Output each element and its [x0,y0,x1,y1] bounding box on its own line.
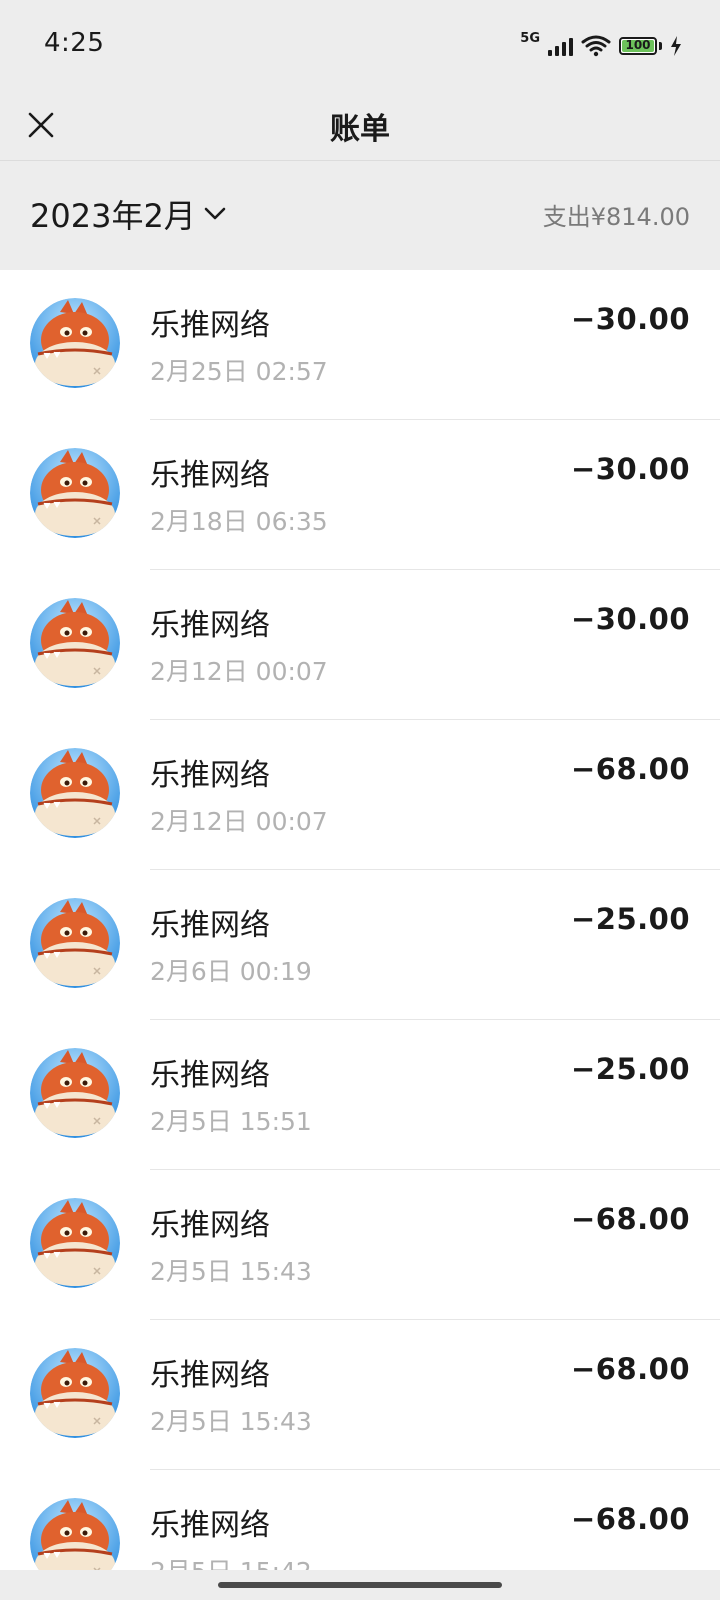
dragon-avatar-icon [30,1498,120,1570]
battery-cap [659,42,662,50]
expense-summary: 支出¥814.00 [542,203,690,231]
transaction-amount: −30.00 [570,452,690,486]
home-indicator[interactable] [218,1582,502,1588]
dragon-avatar-icon [30,1198,120,1288]
transaction-time: 2月5日 15:43 [150,1257,312,1286]
merchant-avatar [30,748,120,838]
merchant-avatar [30,1348,120,1438]
transaction-time: 2月5日 15:51 [150,1107,312,1136]
transaction-amount: −30.00 [570,302,690,336]
status-time: 4:25 [44,28,105,58]
status-icons: 5G 100 [520,28,682,64]
transaction-row[interactable]: 乐推网络 2月5日 15:51 −25.00 [0,1020,720,1170]
merchant-avatar [30,1498,120,1570]
transaction-row[interactable]: 乐推网络 2月5日 15:42 −68.00 [0,1470,720,1570]
transaction-row[interactable]: 乐推网络 2月6日 00:19 −25.00 [0,870,720,1020]
transaction-row[interactable]: 乐推网络 2月12日 00:07 −68.00 [0,720,720,870]
transaction-row[interactable]: 乐推网络 2月12日 00:07 −30.00 [0,570,720,720]
dragon-avatar-icon [30,1348,120,1438]
merchant-name: 乐推网络 [150,1208,270,1243]
transaction-amount: −68.00 [570,1502,690,1536]
dragon-avatar-icon [30,298,120,388]
status-bar: 4:25 5G 100 [0,0,720,90]
merchant-avatar [30,448,120,538]
merchant-name: 乐推网络 [150,908,270,943]
dragon-avatar-icon [30,598,120,688]
transaction-row[interactable]: 乐推网络 2月25日 02:57 −30.00 [0,270,720,420]
month-header: 2023年2月 支出¥814.00 [0,161,720,270]
bill-screen: 4:25 5G 100 账单 2023年2月 支出¥814.00 乐推网络 2月… [0,0,720,1600]
dragon-avatar-icon [30,898,120,988]
transaction-time: 2月6日 00:19 [150,957,312,986]
transaction-amount: −68.00 [570,1202,690,1236]
merchant-avatar [30,598,120,688]
wifi-icon [581,35,611,57]
charging-icon [671,36,681,56]
transaction-time: 2月18日 06:35 [150,507,328,536]
dragon-avatar-icon [30,748,120,838]
transaction-row[interactable]: 乐推网络 2月5日 15:43 −68.00 [0,1170,720,1320]
merchant-name: 乐推网络 [150,308,270,343]
nav-bar: 账单 [0,90,720,161]
merchant-avatar [30,898,120,988]
transaction-list[interactable]: 乐推网络 2月25日 02:57 −30.00 乐推网络 2月18日 06:35… [0,270,720,1570]
merchant-name: 乐推网络 [150,1358,270,1393]
merchant-avatar [30,298,120,388]
merchant-avatar [30,1198,120,1288]
dragon-avatar-icon [30,448,120,538]
month-label: 2023年2月 [30,197,196,235]
merchant-name: 乐推网络 [150,1508,270,1543]
merchant-name: 乐推网络 [150,458,270,493]
signal-icon [548,36,573,56]
merchant-avatar [30,1048,120,1138]
transaction-time: 2月12日 00:07 [150,807,328,836]
dragon-avatar-icon [30,1048,120,1138]
transaction-time: 2月12日 00:07 [150,657,328,686]
merchant-name: 乐推网络 [150,1058,270,1093]
transaction-amount: −25.00 [570,1052,690,1086]
transaction-time: 2月25日 02:57 [150,357,328,386]
chevron-down-icon [204,207,226,220]
transaction-amount: −30.00 [570,602,690,636]
month-selector[interactable]: 2023年2月 [30,191,226,237]
transaction-amount: −68.00 [570,1352,690,1386]
merchant-name: 乐推网络 [150,608,270,643]
battery-icon: 100 [619,37,657,55]
gesture-area [0,1570,720,1600]
network-type: 5G [520,30,540,46]
transaction-time: 2月5日 15:42 [150,1552,312,1570]
transaction-row[interactable]: 乐推网络 2月18日 06:35 −30.00 [0,420,720,570]
transaction-time: 2月5日 15:43 [150,1407,312,1436]
transaction-amount: −68.00 [570,752,690,786]
battery-level: 100 [625,38,651,52]
page-title: 账单 [330,112,390,147]
transaction-amount: −25.00 [570,902,690,936]
merchant-name: 乐推网络 [150,758,270,793]
transaction-row[interactable]: 乐推网络 2月5日 15:43 −68.00 [0,1320,720,1470]
